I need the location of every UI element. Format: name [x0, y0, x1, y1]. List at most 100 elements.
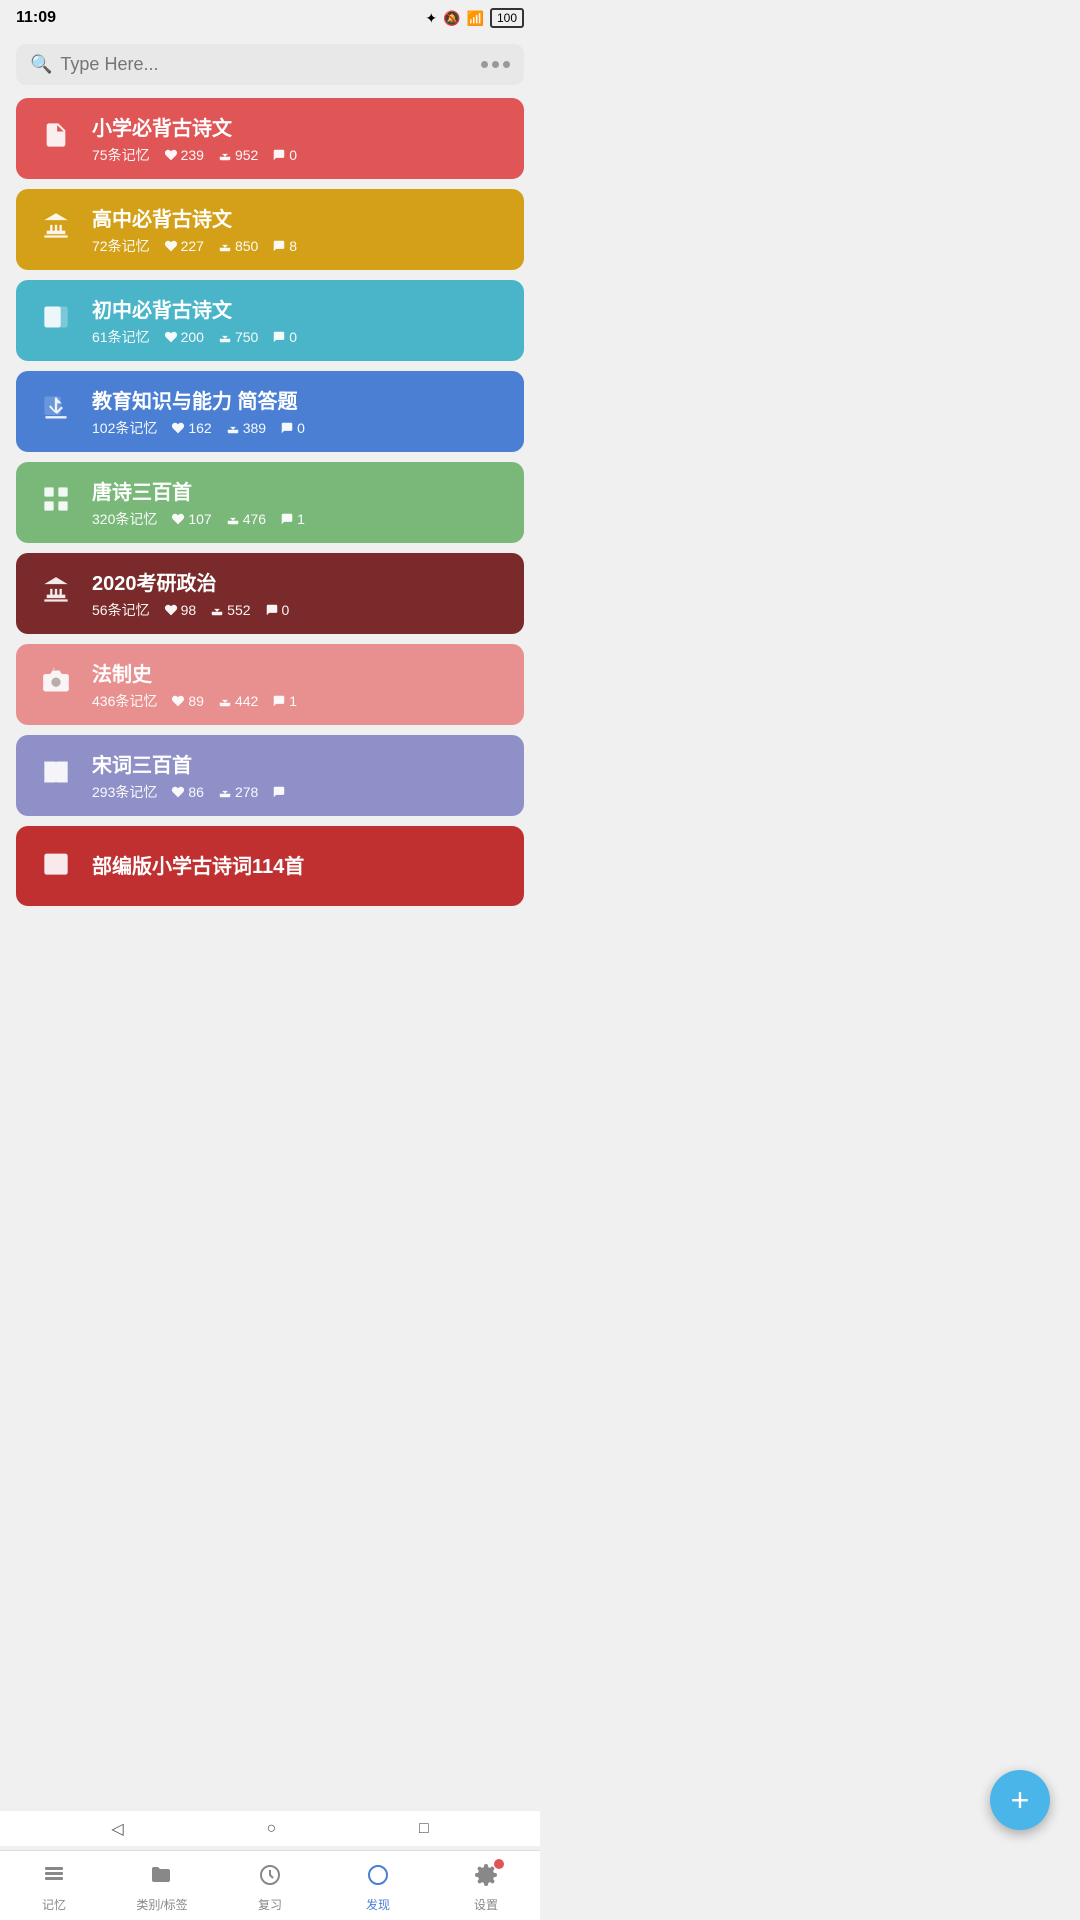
memories-count: 293条记忆 [92, 782, 157, 802]
card-title: 宋词三百首 [92, 749, 504, 778]
downloads-count: 750 [218, 329, 258, 345]
nav-label-memory: 记忆 [42, 1896, 66, 1913]
search-bar[interactable]: 🔍 [16, 44, 524, 85]
memories-count: 56条记忆 [92, 600, 150, 620]
card-content: 小学必背古诗文 75条记忆 239 952 0 [92, 112, 504, 165]
card-title: 唐诗三百首 [92, 476, 504, 505]
card-icon: + [36, 667, 76, 702]
memories-count: 72条记忆 [92, 236, 150, 256]
likes-count: 200 [164, 329, 204, 345]
card-item-4[interactable]: 教育知识与能力 简答题 102条记忆 162 389 0 [16, 371, 524, 452]
downloads-count: 850 [218, 238, 258, 254]
likes-count: 239 [164, 147, 204, 163]
nav-item-review[interactable]: 复习 [230, 1863, 310, 1913]
memories-count: 436条记忆 [92, 691, 157, 711]
card-icon [36, 394, 76, 429]
comments-count [272, 785, 286, 799]
more-options-button[interactable] [481, 61, 510, 68]
status-time: 11:09 [16, 9, 56, 27]
memories-count: 102条记忆 [92, 418, 157, 438]
card-stats: 102条记忆 162 389 0 [92, 418, 504, 438]
card-icon [36, 576, 76, 611]
home-button[interactable]: ○ [266, 1820, 276, 1838]
nav-label-settings: 设置 [474, 1896, 498, 1913]
card-item-7[interactable]: + 法制史 436条记忆 89 442 1 [16, 644, 524, 725]
bluetooth-icon: ✦ [425, 10, 437, 27]
nav-item-discover[interactable]: 发现 [338, 1863, 418, 1913]
card-item-5[interactable]: 唐诗三百首 320条记忆 107 476 1 [16, 462, 524, 543]
memories-count: 320条记忆 [92, 509, 157, 529]
gesture-bar: ◁ ○ □ [0, 1810, 540, 1846]
card-content: 高中必背古诗文 72条记忆 227 850 8 [92, 203, 504, 256]
card-item-9[interactable]: 部编版小学古诗词114首 [16, 826, 524, 906]
downloads-count: 278 [218, 784, 258, 800]
card-stats: 75条记忆 239 952 0 [92, 145, 504, 165]
likes-count: 89 [171, 693, 204, 709]
card-item-2[interactable]: 高中必背古诗文 72条记忆 227 850 8 [16, 189, 524, 270]
folder-icon [150, 1863, 174, 1893]
bell-icon: 🔕 [443, 10, 460, 27]
card-content: 初中必背古诗文 61条记忆 200 750 0 [92, 294, 504, 347]
memories-count: 75条记忆 [92, 145, 150, 165]
nav-label-category: 类别/标签 [136, 1896, 187, 1913]
compass-icon [366, 1863, 390, 1893]
card-content: 2020考研政治 56条记忆 98 552 0 [92, 567, 504, 620]
memory-icon [42, 1863, 66, 1893]
comments-count: 0 [272, 147, 297, 163]
card-stats: 61条记忆 200 750 0 [92, 327, 504, 347]
search-icon: 🔍 [30, 54, 52, 75]
comments-count: 0 [280, 420, 305, 436]
card-title: 法制史 [92, 658, 504, 687]
card-stats: 320条记忆 107 476 1 [92, 509, 504, 529]
comments-count: 1 [272, 693, 297, 709]
downloads-count: 476 [226, 511, 266, 527]
likes-count: 162 [171, 420, 211, 436]
nav-item-settings[interactable]: 设置 [446, 1863, 526, 1913]
comments-count: 8 [272, 238, 297, 254]
card-title: 高中必背古诗文 [92, 203, 504, 232]
card-stats: 72条记忆 227 850 8 [92, 236, 504, 256]
card-item-8[interactable]: 宋词三百首 293条记忆 86 278 [16, 735, 524, 816]
card-item-1[interactable]: 小学必背古诗文 75条记忆 239 952 0 [16, 98, 524, 179]
card-icon [36, 303, 76, 338]
battery-icon: 100 [490, 8, 524, 28]
card-item-6[interactable]: 2020考研政治 56条记忆 98 552 0 [16, 553, 524, 634]
card-content: 宋词三百首 293条记忆 86 278 [92, 749, 504, 802]
card-content: 部编版小学古诗词114首 [92, 850, 504, 883]
card-icon [36, 758, 76, 793]
likes-count: 86 [171, 784, 204, 800]
svg-text:+: + [53, 667, 56, 672]
nav-label-discover: 发现 [366, 1896, 390, 1913]
add-button[interactable]: + [990, 1770, 1050, 1830]
card-icon [36, 121, 76, 156]
card-title: 教育知识与能力 简答题 [92, 385, 504, 414]
card-stats: 56条记忆 98 552 0 [92, 600, 504, 620]
likes-count: 107 [171, 511, 211, 527]
recents-button[interactable]: □ [419, 1820, 429, 1838]
card-stats: 436条记忆 89 442 1 [92, 691, 504, 711]
search-input[interactable] [60, 54, 473, 75]
bottom-nav: 记忆 类别/标签 复习 发现 设置 [0, 1850, 540, 1920]
card-list: 小学必背古诗文 75条记忆 239 952 0 高 [0, 93, 540, 991]
clock-icon [258, 1863, 282, 1893]
card-title: 2020考研政治 [92, 567, 504, 596]
comments-count: 1 [280, 511, 305, 527]
card-item-3[interactable]: 初中必背古诗文 61条记忆 200 750 0 [16, 280, 524, 361]
downloads-count: 552 [210, 602, 250, 618]
card-icon [36, 849, 76, 884]
status-icons: ✦ 🔕 📶 100 [425, 8, 524, 28]
nav-item-memory[interactable]: 记忆 [14, 1863, 94, 1913]
back-button[interactable]: ◁ [111, 1819, 123, 1839]
downloads-count: 952 [218, 147, 258, 163]
nav-label-review: 复习 [258, 1896, 282, 1913]
status-bar: 11:09 ✦ 🔕 📶 100 [0, 0, 540, 36]
likes-count: 98 [164, 602, 197, 618]
wifi-icon: 📶 [467, 10, 484, 27]
card-title: 部编版小学古诗词114首 [92, 850, 504, 879]
downloads-count: 442 [218, 693, 258, 709]
gear-icon [474, 1863, 498, 1893]
card-content: 唐诗三百首 320条记忆 107 476 1 [92, 476, 504, 529]
card-icon [36, 485, 76, 520]
nav-item-category[interactable]: 类别/标签 [122, 1863, 202, 1913]
comments-count: 0 [272, 329, 297, 345]
